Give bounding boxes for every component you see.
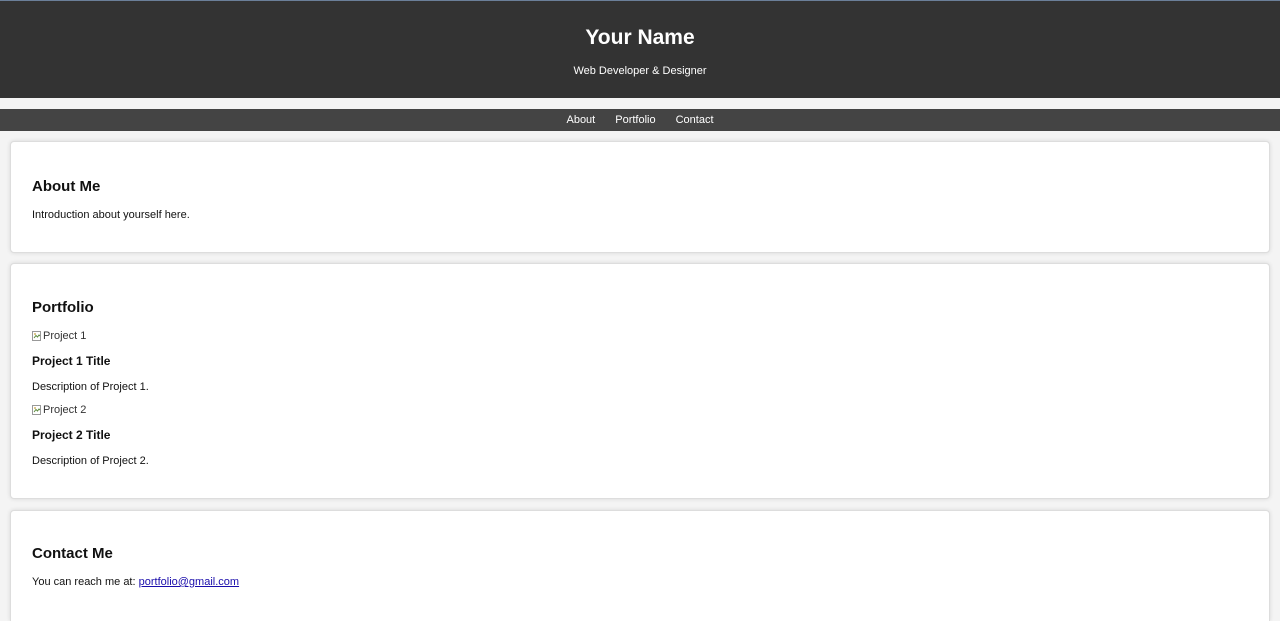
contact-text-line: You can reach me at: portfolio@gmail.com bbox=[32, 575, 239, 589]
nav-link-portfolio[interactable]: Portfolio bbox=[615, 113, 655, 127]
portfolio-section: Portfolio Project 1 Project 1 Title Desc… bbox=[10, 263, 1270, 499]
project-1-description: Description of Project 1. bbox=[32, 381, 149, 393]
site-header: Your Name Web Developer & Designer bbox=[0, 0, 1280, 98]
site-title: Your Name bbox=[585, 26, 695, 49]
nav-bar: About Portfolio Contact bbox=[0, 109, 1280, 131]
project-1-image-alt: Project 1 bbox=[43, 330, 87, 342]
broken-image-icon bbox=[32, 330, 42, 342]
project-2-image-alt: Project 2 bbox=[43, 404, 87, 416]
about-section: About Me Introduction about yourself her… bbox=[10, 141, 1270, 253]
nav-link-about[interactable]: About bbox=[566, 113, 595, 127]
site-tagline: Web Developer & Designer bbox=[573, 65, 707, 77]
project-1-title: Project 1 Title bbox=[32, 354, 111, 368]
project-2-title: Project 2 Title bbox=[32, 428, 111, 442]
about-heading: About Me bbox=[32, 178, 101, 195]
broken-image-icon bbox=[32, 404, 42, 416]
nav-link-contact[interactable]: Contact bbox=[676, 113, 714, 127]
project-2-image: Project 2 bbox=[32, 403, 86, 417]
project-2-description: Description of Project 2. bbox=[32, 455, 149, 467]
about-text: Introduction about yourself here. bbox=[32, 209, 190, 221]
contact-heading: Contact Me bbox=[32, 545, 113, 562]
project-1-image: Project 1 bbox=[32, 329, 86, 343]
portfolio-heading: Portfolio bbox=[32, 299, 94, 316]
contact-section: Contact Me You can reach me at: portfoli… bbox=[10, 510, 1270, 621]
contact-email-link[interactable]: portfolio@gmail.com bbox=[139, 576, 239, 588]
contact-text: You can reach me at: bbox=[32, 576, 136, 588]
